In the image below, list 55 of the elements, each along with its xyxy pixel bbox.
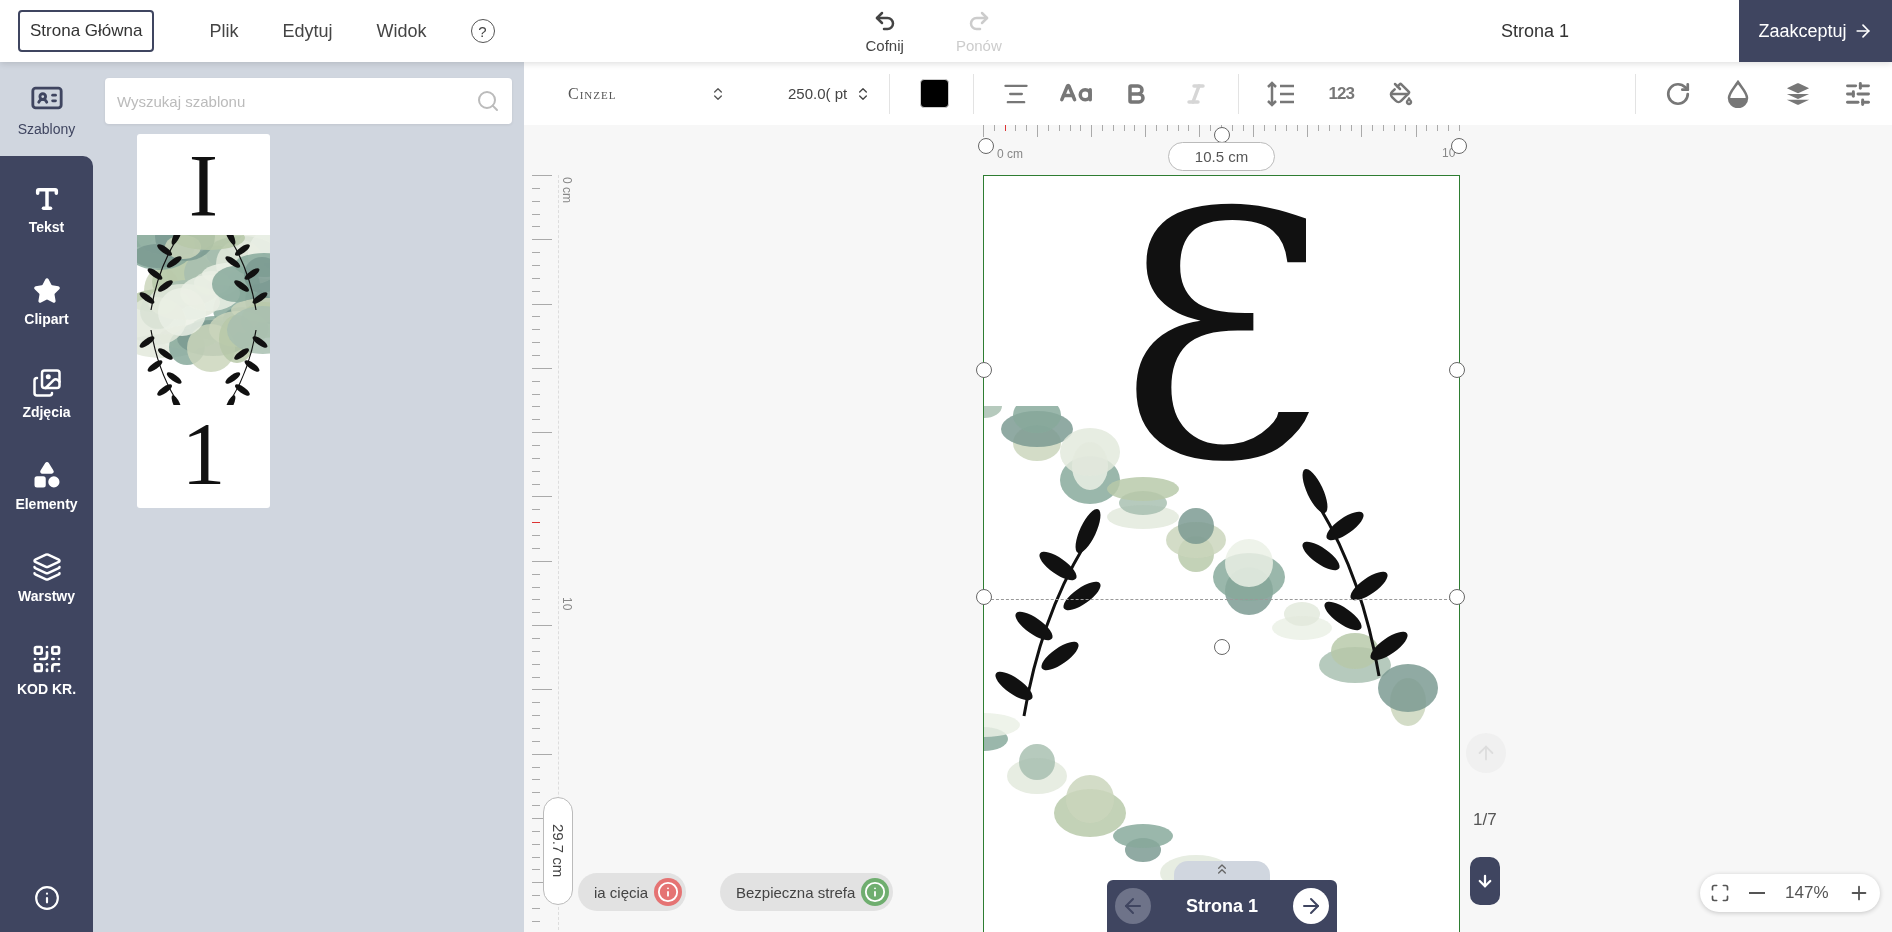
sidebar-item[interactable]: Clipart bbox=[0, 256, 93, 348]
paint-bucket-icon bbox=[1389, 81, 1414, 106]
search-field[interactable]: Wyszukaj szablonu bbox=[105, 78, 512, 124]
rotate-icon bbox=[1665, 80, 1691, 107]
menu-item[interactable]: Edytuj bbox=[282, 20, 333, 42]
ruler-label: 0 cm bbox=[997, 147, 1023, 161]
info-icon bbox=[33, 885, 60, 911]
height-label: 29.7 cm bbox=[543, 797, 573, 905]
minus-icon bbox=[1749, 892, 1766, 894]
sidebar-item[interactable]: Zdjęcia bbox=[0, 348, 93, 440]
sliders-icon bbox=[1844, 79, 1872, 108]
numbering-button[interactable]: 123 bbox=[1311, 73, 1372, 114]
resize-handle[interactable] bbox=[978, 138, 994, 154]
text-color-swatch[interactable] bbox=[920, 79, 950, 108]
home-button[interactable]: Strona Główna bbox=[18, 10, 155, 52]
fullscreen-button[interactable] bbox=[1709, 883, 1730, 903]
ruler-label: 10 bbox=[560, 597, 574, 611]
star-icon bbox=[32, 277, 61, 305]
guide-toggle[interactable]: ia cięcia bbox=[578, 873, 687, 911]
fullscreen-icon bbox=[1709, 883, 1730, 903]
guide-label: ia cięcia bbox=[594, 883, 649, 901]
line-spacing-icon bbox=[1267, 80, 1296, 107]
page-title: Strona 1 bbox=[1500, 20, 1569, 42]
page-counter: 1/7 bbox=[1473, 810, 1497, 830]
page-label: Strona 1 bbox=[1186, 895, 1258, 917]
zoom-level: 147% bbox=[1785, 883, 1829, 903]
opacity-drop-icon bbox=[1727, 79, 1749, 108]
accept-button[interactable]: Zaakceptuj bbox=[1739, 0, 1892, 62]
undo-button[interactable]: Cofnij bbox=[859, 7, 910, 55]
thumbnail-text: 1 bbox=[181, 410, 226, 498]
sidebar-item[interactable]: Warstwy bbox=[0, 532, 93, 624]
ruler-label: 0 cm bbox=[560, 177, 574, 203]
width-label: 10.5 cm bbox=[1168, 142, 1275, 171]
font-select[interactable]: Cinzel bbox=[562, 83, 732, 104]
search-icon bbox=[476, 89, 500, 113]
resize-handle[interactable] bbox=[976, 362, 992, 378]
next-page-button[interactable] bbox=[1293, 888, 1329, 924]
menu-item[interactable]: Widok bbox=[376, 20, 427, 42]
sidebar-item[interactable]: Elementy bbox=[0, 440, 93, 532]
guide-label: Bezpieczna strefa bbox=[736, 883, 856, 901]
font-size-field[interactable]: 250.0( pt bbox=[782, 84, 878, 103]
resize-handle[interactable] bbox=[976, 589, 992, 605]
images-icon bbox=[31, 368, 62, 398]
thumbnail-text: I bbox=[188, 142, 219, 230]
resize-handle[interactable] bbox=[1449, 362, 1465, 378]
layers-icon bbox=[31, 552, 62, 582]
menu-item[interactable]: Plik bbox=[209, 20, 239, 42]
resize-handle[interactable] bbox=[1449, 589, 1465, 605]
template-thumbnail[interactable]: I 1 bbox=[137, 134, 270, 508]
sidebar-item[interactable]: KOD KR. bbox=[0, 624, 93, 716]
page-letter[interactable]: Ɛ bbox=[984, 176, 1459, 508]
resize-handle[interactable] bbox=[1214, 127, 1230, 143]
guide-toggle[interactable]: Bezpieczna strefa bbox=[720, 873, 894, 911]
scroll-down-button[interactable] bbox=[1470, 857, 1500, 905]
sidebar-item[interactable]: Tekst bbox=[0, 164, 93, 256]
